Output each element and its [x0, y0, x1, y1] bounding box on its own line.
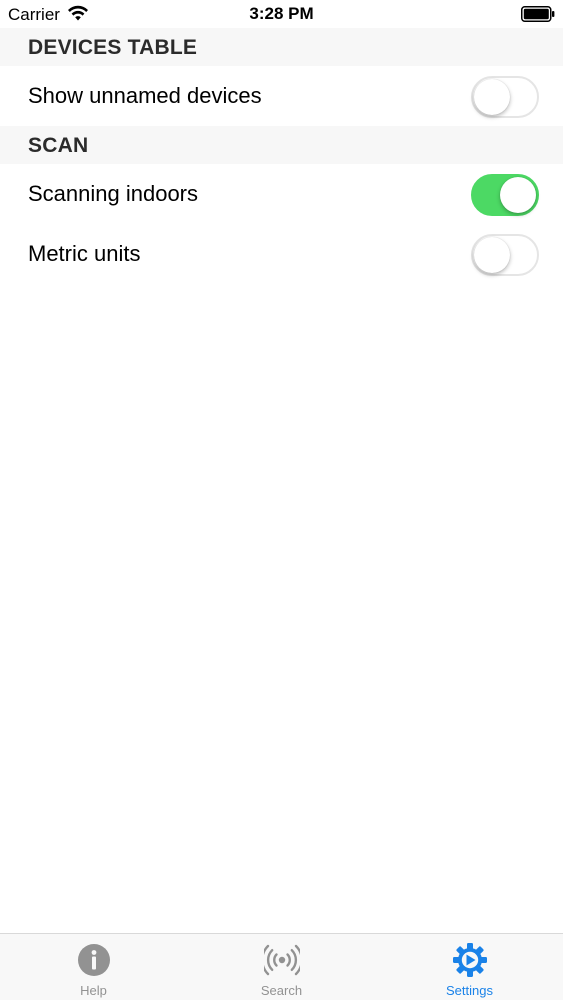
section-header-scan: SCAN [0, 126, 563, 164]
section-title: SCAN [28, 134, 89, 157]
tab-search[interactable]: Search [188, 934, 375, 1000]
gear-icon [452, 943, 487, 977]
tab-label: Help [80, 983, 107, 998]
settings-row-show-unnamed-devices: Show unnamed devices [0, 66, 563, 126]
tab-settings[interactable]: Settings [376, 934, 563, 1000]
status-bar: Carrier 3:28 PM [0, 0, 563, 28]
row-label: Scanning indoors [28, 181, 199, 206]
status-time: 3:28 PM [249, 4, 314, 23]
row-label: Show unnamed devices [28, 83, 262, 108]
section-header-devices-table: DEVICES TABLE [0, 28, 563, 66]
signal-icon [263, 944, 300, 976]
toggle-knob [474, 237, 510, 273]
tab-help[interactable]: Help [0, 934, 187, 1000]
toggle-knob [474, 79, 510, 115]
tab-label: Search [260, 983, 303, 998]
section-title: DEVICES TABLE [28, 36, 198, 59]
row-label: Metric units [28, 241, 141, 266]
tab-bar: Help Search Settings [0, 933, 563, 1000]
settings-row-metric-units: Metric units [0, 224, 563, 284]
info-icon [77, 944, 110, 976]
settings-row-scanning-indoors: Scanning indoors [0, 164, 563, 224]
scanning-indoors-toggle[interactable] [471, 174, 539, 216]
metric-units-toggle[interactable] [471, 234, 539, 276]
tab-label: Settings [446, 983, 493, 998]
show-unnamed-devices-toggle[interactable] [471, 76, 539, 118]
toggle-knob [500, 177, 536, 213]
battery-icon [521, 6, 555, 22]
